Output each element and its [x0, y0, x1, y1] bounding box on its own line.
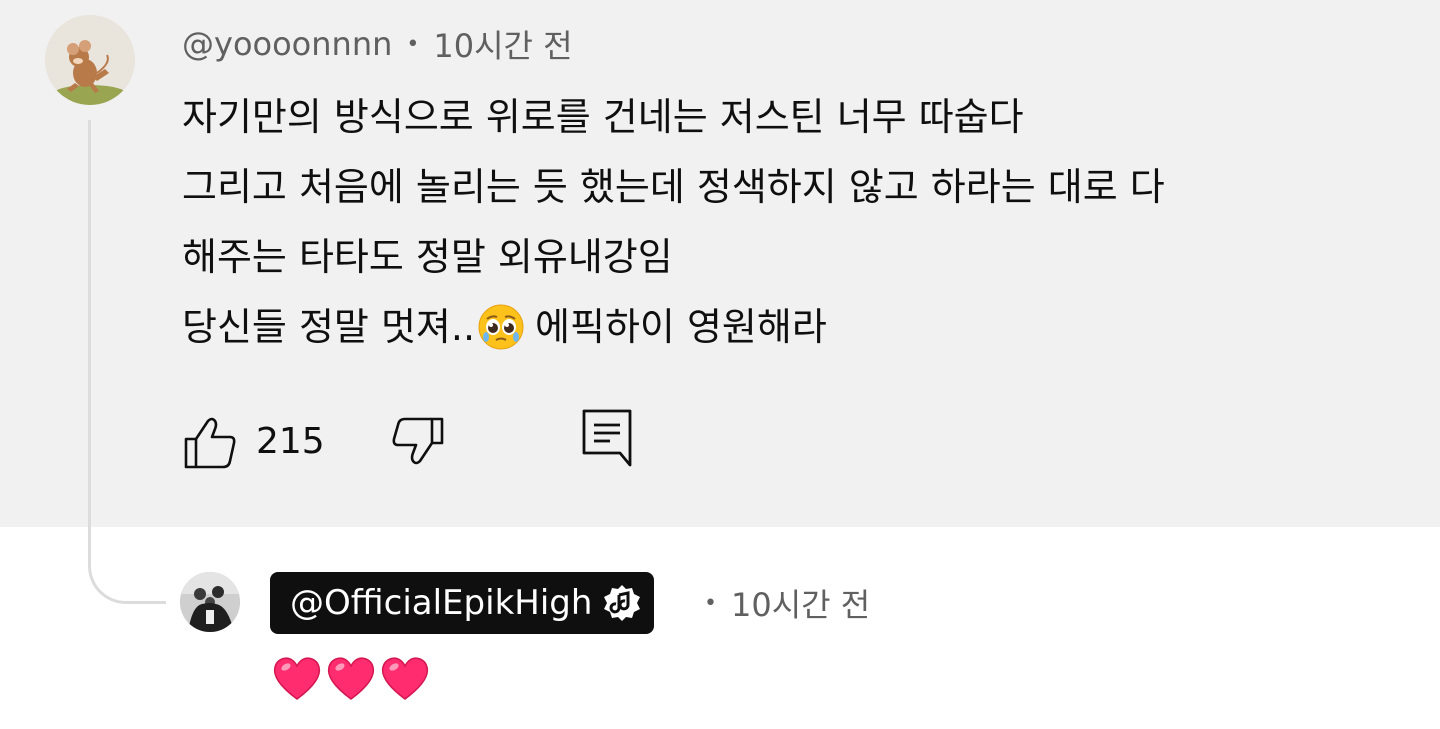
- comment-line-3: 해주는 타타도 정말 외유내강임: [182, 235, 673, 279]
- commenter-avatar[interactable]: [45, 15, 135, 105]
- reply-thread-connector-line: [88, 120, 166, 604]
- comment-body: 자기만의 방식으로 위로를 건네는 저스틴 너무 따숩다 그리고 처음에 놀리는…: [182, 82, 1382, 362]
- separator-dot: •: [704, 590, 717, 616]
- comment-action-bar: 215: [182, 405, 682, 475]
- separator-dot: •: [406, 31, 420, 57]
- reply-author-badge[interactable]: @OfficialEpikHigh: [270, 572, 655, 634]
- music-note-badge-icon: [604, 585, 641, 621]
- comment-line-1: 자기만의 방식으로 위로를 건네는 저스틴 너무 따숩다: [182, 95, 1024, 139]
- thumbs-down-icon[interactable]: [390, 413, 446, 469]
- band-photo-avatar-image: [180, 572, 240, 632]
- red-heart-emoji-icon: [273, 657, 321, 700]
- reply-timestamp[interactable]: 10시간 전: [731, 580, 870, 626]
- mouse-cartoon-avatar-image: [45, 15, 135, 105]
- comment-thread: @yoooonnnn • 10시간 전 자기만의 방식으로 위로를 건네는 저스…: [0, 0, 1440, 729]
- reply-comment-icon[interactable]: [580, 407, 636, 469]
- comment-line-2: 그리고 처음에 놀리는 듯 했는데 정색하지 않고 하라는 대로 다: [182, 165, 1165, 209]
- comment-meta: @yoooonnnn • 10시간 전: [182, 20, 573, 68]
- reply-body: [270, 650, 432, 706]
- like-count: 215: [256, 421, 325, 462]
- comment-author-handle[interactable]: @yoooonnnn: [182, 25, 392, 63]
- red-heart-emoji-icon: [327, 657, 375, 700]
- red-heart-emoji-icon: [381, 657, 429, 700]
- comment-line-4-suffix: 에픽하이 영원해라: [535, 305, 827, 349]
- pleading-face-emoji-icon: [478, 304, 524, 350]
- reply-author-avatar[interactable]: [180, 572, 240, 632]
- comment-line-4-text: 당신들 정말 멋져..: [182, 305, 476, 349]
- comment-timestamp[interactable]: 10시간 전: [433, 21, 572, 67]
- reply-meta: • 10시간 전: [704, 578, 870, 628]
- comment-line-4: 당신들 정말 멋져.. 에픽하이 영원해라: [182, 292, 1382, 362]
- reply-author-handle: @OfficialEpikHigh: [290, 583, 593, 623]
- thumbs-up-icon[interactable]: [182, 415, 238, 471]
